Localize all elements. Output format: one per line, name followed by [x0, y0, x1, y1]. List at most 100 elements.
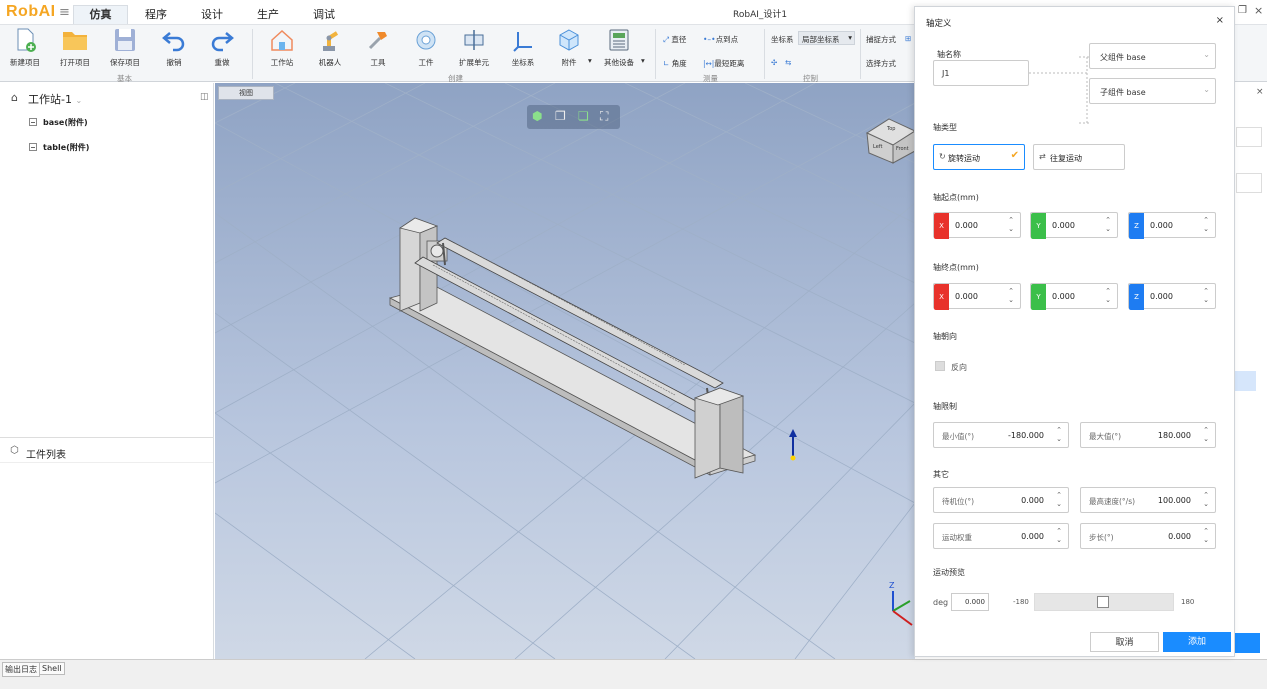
- stepper-icon[interactable]: ⌃ ⌄: [1006, 216, 1016, 234]
- workpiece-button[interactable]: 工件: [402, 27, 450, 69]
- step-size-input[interactable]: 步长(°) 0.000 ⌃ ⌄: [1080, 523, 1216, 549]
- open-project-button[interactable]: 打开项目: [51, 27, 99, 69]
- add-button[interactable]: 添加: [1163, 632, 1231, 652]
- move-icon[interactable]: ✣: [771, 58, 777, 67]
- fit-view-icon[interactable]: ⛶: [600, 109, 608, 124]
- rotate-icon[interactable]: ⇆: [785, 58, 791, 67]
- expand-icon[interactable]: [29, 118, 37, 126]
- cube-outline-icon: ⬡: [10, 445, 19, 456]
- close-icon[interactable]: ×: [1256, 87, 1264, 97]
- stepper-icon[interactable]: ⌃ ⌄: [1054, 491, 1064, 509]
- axis-name-input[interactable]: J1: [933, 60, 1029, 86]
- stepper-icon[interactable]: ⌃ ⌄: [1201, 491, 1211, 509]
- stepper-icon[interactable]: ⌃ ⌄: [1201, 527, 1211, 545]
- angle-button[interactable]: ∟ 角度: [663, 58, 687, 69]
- parent-component-select[interactable]: 父组件 base ⌄: [1089, 43, 1216, 69]
- start-z-value: 0.000: [1150, 221, 1173, 230]
- other-devices-dropdown-icon[interactable]: ▾: [641, 56, 645, 65]
- stepper-icon[interactable]: ⌃ ⌄: [1054, 527, 1064, 545]
- max-value: 180.000: [1157, 431, 1191, 440]
- robot-button[interactable]: 机器人: [306, 27, 354, 69]
- start-z-input[interactable]: Z 0.000 ⌃ ⌄: [1128, 212, 1216, 239]
- min-value-input[interactable]: 最小值(°) -180.000 ⌃ ⌄: [933, 422, 1069, 448]
- linear-motion-option[interactable]: ⇄ 往复运动: [1033, 144, 1125, 170]
- point-to-point-button[interactable]: •–•点到点: [703, 34, 738, 45]
- start-x-input[interactable]: X 0.000 ⌃ ⌄: [933, 212, 1021, 239]
- motion-weight-input[interactable]: 运动权重 0.000 ⌃ ⌄: [933, 523, 1069, 549]
- slider-thumb[interactable]: [1097, 596, 1109, 608]
- angle-label: 角度: [671, 59, 687, 68]
- rotate-icon: ↻: [939, 152, 946, 161]
- end-y-input[interactable]: Y 0.000 ⌃ ⌄: [1030, 283, 1118, 310]
- tree-item-table[interactable]: table(附件): [29, 142, 89, 153]
- tree-item-base[interactable]: base(附件): [29, 117, 88, 128]
- cancel-button[interactable]: 取消: [1090, 632, 1159, 652]
- layer-view-icon[interactable]: ❏: [578, 109, 589, 123]
- stepper-icon[interactable]: ⌃ ⌄: [1006, 287, 1016, 305]
- stepper-icon[interactable]: ⌃ ⌄: [1103, 216, 1113, 234]
- hamburger-menu-icon[interactable]: ≡: [59, 5, 70, 20]
- coordinate-system-button[interactable]: 坐标系: [499, 27, 547, 69]
- positioner-model[interactable]: [388, 217, 757, 479]
- wireframe-view-icon[interactable]: ❐: [555, 109, 566, 123]
- tab-simulation[interactable]: 仿真: [73, 5, 128, 25]
- end-x-input[interactable]: X 0.000 ⌃ ⌄: [933, 283, 1021, 310]
- station-title[interactable]: 工作站-1 ⌄: [28, 91, 82, 107]
- scene-canvas[interactable]: Z Top Left Front: [215, 83, 915, 659]
- step-size-label: 步长(°): [1089, 533, 1114, 542]
- tab-program[interactable]: 程序: [145, 6, 167, 22]
- tab-debug[interactable]: 调试: [313, 6, 335, 22]
- close-icon[interactable]: ×: [1216, 15, 1224, 26]
- redo-button[interactable]: 重做: [198, 27, 246, 69]
- end-z-value: 0.000: [1150, 292, 1173, 301]
- restore-window-icon[interactable]: ❐: [1238, 5, 1247, 16]
- shortest-distance-button[interactable]: |↔|最短距离: [703, 58, 744, 69]
- end-z-input[interactable]: Z 0.000 ⌃ ⌄: [1128, 283, 1216, 310]
- start-y-input[interactable]: Y 0.000 ⌃ ⌄: [1030, 212, 1118, 239]
- reverse-checkbox[interactable]: [935, 361, 945, 371]
- rotary-motion-option[interactable]: ↻ 旋转运动 ✔: [933, 144, 1025, 170]
- app-logo: RobAI: [6, 3, 56, 20]
- tab-production[interactable]: 生产: [257, 6, 279, 22]
- tab-design[interactable]: 设计: [201, 6, 223, 22]
- motion-preview-slider[interactable]: [1034, 593, 1174, 611]
- shell-tab[interactable]: Shell: [39, 662, 65, 675]
- axis-gizmo[interactable]: [789, 429, 797, 461]
- stepper-icon[interactable]: ⌃ ⌄: [1201, 426, 1211, 444]
- view-tab[interactable]: 视图: [218, 86, 274, 100]
- 3d-viewport[interactable]: Z Top Left Front 视图 ⬢ ❐ ❏ ⛶: [215, 83, 915, 659]
- extension-unit-button[interactable]: 扩展单元: [450, 27, 498, 69]
- collapse-panel-icon[interactable]: ◫: [200, 92, 209, 102]
- other-devices-button[interactable]: 其他设备: [595, 27, 643, 69]
- shaded-view-icon[interactable]: ⬢: [532, 109, 542, 123]
- stepper-icon[interactable]: ⌃ ⌄: [1103, 287, 1113, 305]
- home-icon: ⌂: [11, 91, 18, 104]
- attachment-dropdown-icon[interactable]: ▾: [588, 56, 592, 65]
- home-position-input[interactable]: 待机位(°) 0.000 ⌃ ⌄: [933, 487, 1069, 513]
- point-to-point-icon: •–•: [703, 35, 716, 44]
- stepper-icon[interactable]: ⌃ ⌄: [1201, 287, 1211, 305]
- cube-left-label: Left: [873, 144, 882, 150]
- new-project-button[interactable]: 新建项目: [1, 27, 49, 69]
- end-y-value: 0.000: [1052, 292, 1075, 301]
- panel-button[interactable]: [1234, 633, 1260, 653]
- save-project-button[interactable]: 保存项目: [101, 27, 149, 69]
- coordinate-select[interactable]: 局部坐标系 ▾: [798, 31, 855, 45]
- max-value-input[interactable]: 最大值(°) 180.000 ⌃ ⌄: [1080, 422, 1216, 448]
- grid-snap-icon[interactable]: ⊞: [905, 34, 911, 43]
- child-component-select[interactable]: 子组件 base ⌄: [1089, 78, 1216, 104]
- output-log-tab[interactable]: 输出日志: [2, 662, 40, 677]
- stepper-icon[interactable]: ⌃ ⌄: [1201, 216, 1211, 234]
- workstation-button[interactable]: 工作站: [258, 27, 306, 69]
- new-file-icon: [17, 28, 36, 52]
- attachment-button[interactable]: 附件: [545, 27, 593, 69]
- tool-button[interactable]: 工具: [354, 27, 402, 69]
- expand-icon[interactable]: [29, 143, 37, 151]
- shortest-distance-label: 最短距离: [714, 59, 745, 68]
- max-speed-input[interactable]: 最高速度(°/s) 100.000 ⌃ ⌄: [1080, 487, 1216, 513]
- diameter-button[interactable]: ⤢ 直径: [663, 34, 686, 45]
- stepper-icon[interactable]: ⌃ ⌄: [1054, 426, 1064, 444]
- deg-input[interactable]: 0.000: [951, 593, 989, 611]
- undo-button[interactable]: 撤销: [150, 27, 198, 69]
- close-window-icon[interactable]: ×: [1254, 4, 1263, 17]
